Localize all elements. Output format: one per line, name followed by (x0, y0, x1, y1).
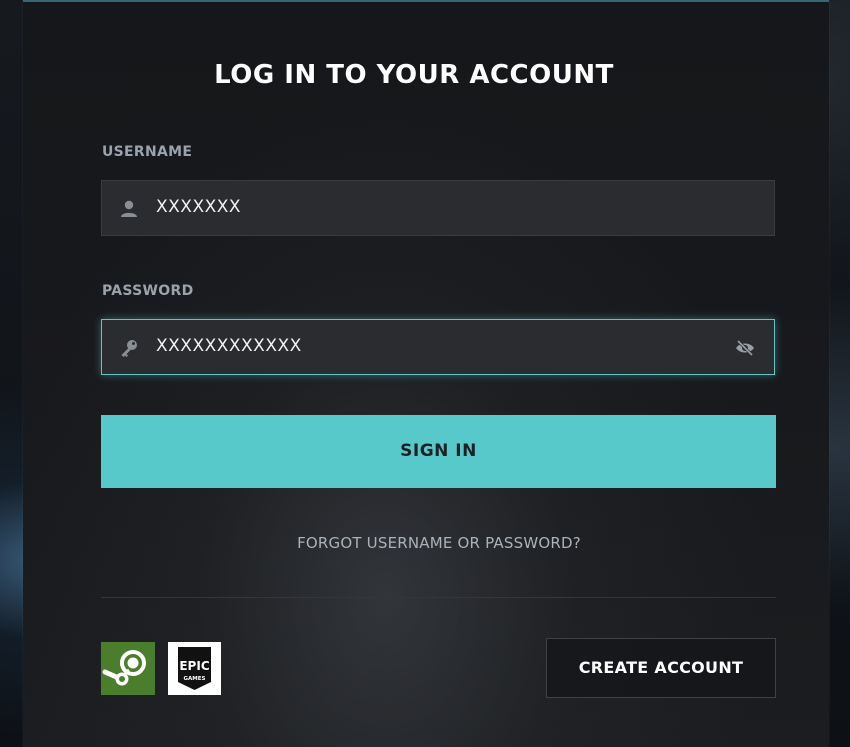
divider (101, 597, 776, 598)
svg-text:GAMES: GAMES (184, 676, 206, 682)
user-icon (118, 198, 140, 220)
username-label: USERNAME (102, 144, 193, 160)
svg-text:EPIC: EPIC (179, 659, 209, 673)
sign-in-button[interactable]: SIGN IN (101, 415, 776, 488)
page-title: LOG IN TO YOUR ACCOUNT (214, 60, 614, 90)
password-value: XXXXXXXXXXXX (156, 336, 302, 356)
password-field[interactable]: XXXXXXXXXXXX (101, 319, 775, 375)
steam-icon (101, 650, 155, 699)
key-icon (118, 337, 140, 359)
create-account-button[interactable]: CREATE ACCOUNT (546, 638, 776, 698)
password-label: PASSWORD (102, 283, 194, 299)
steam-login-button[interactable] (101, 642, 155, 695)
epic-games-icon: EPIC GAMES (168, 647, 221, 699)
username-value: XXXXXXX (156, 197, 242, 217)
epic-games-login-button[interactable]: EPIC GAMES (168, 642, 221, 695)
eye-slash-icon[interactable] (734, 338, 756, 358)
username-field[interactable]: XXXXXXX (101, 180, 775, 236)
forgot-credentials-link[interactable]: FORGOT USERNAME OR PASSWORD? (0, 534, 850, 552)
panel-top-accent (23, 0, 829, 2)
